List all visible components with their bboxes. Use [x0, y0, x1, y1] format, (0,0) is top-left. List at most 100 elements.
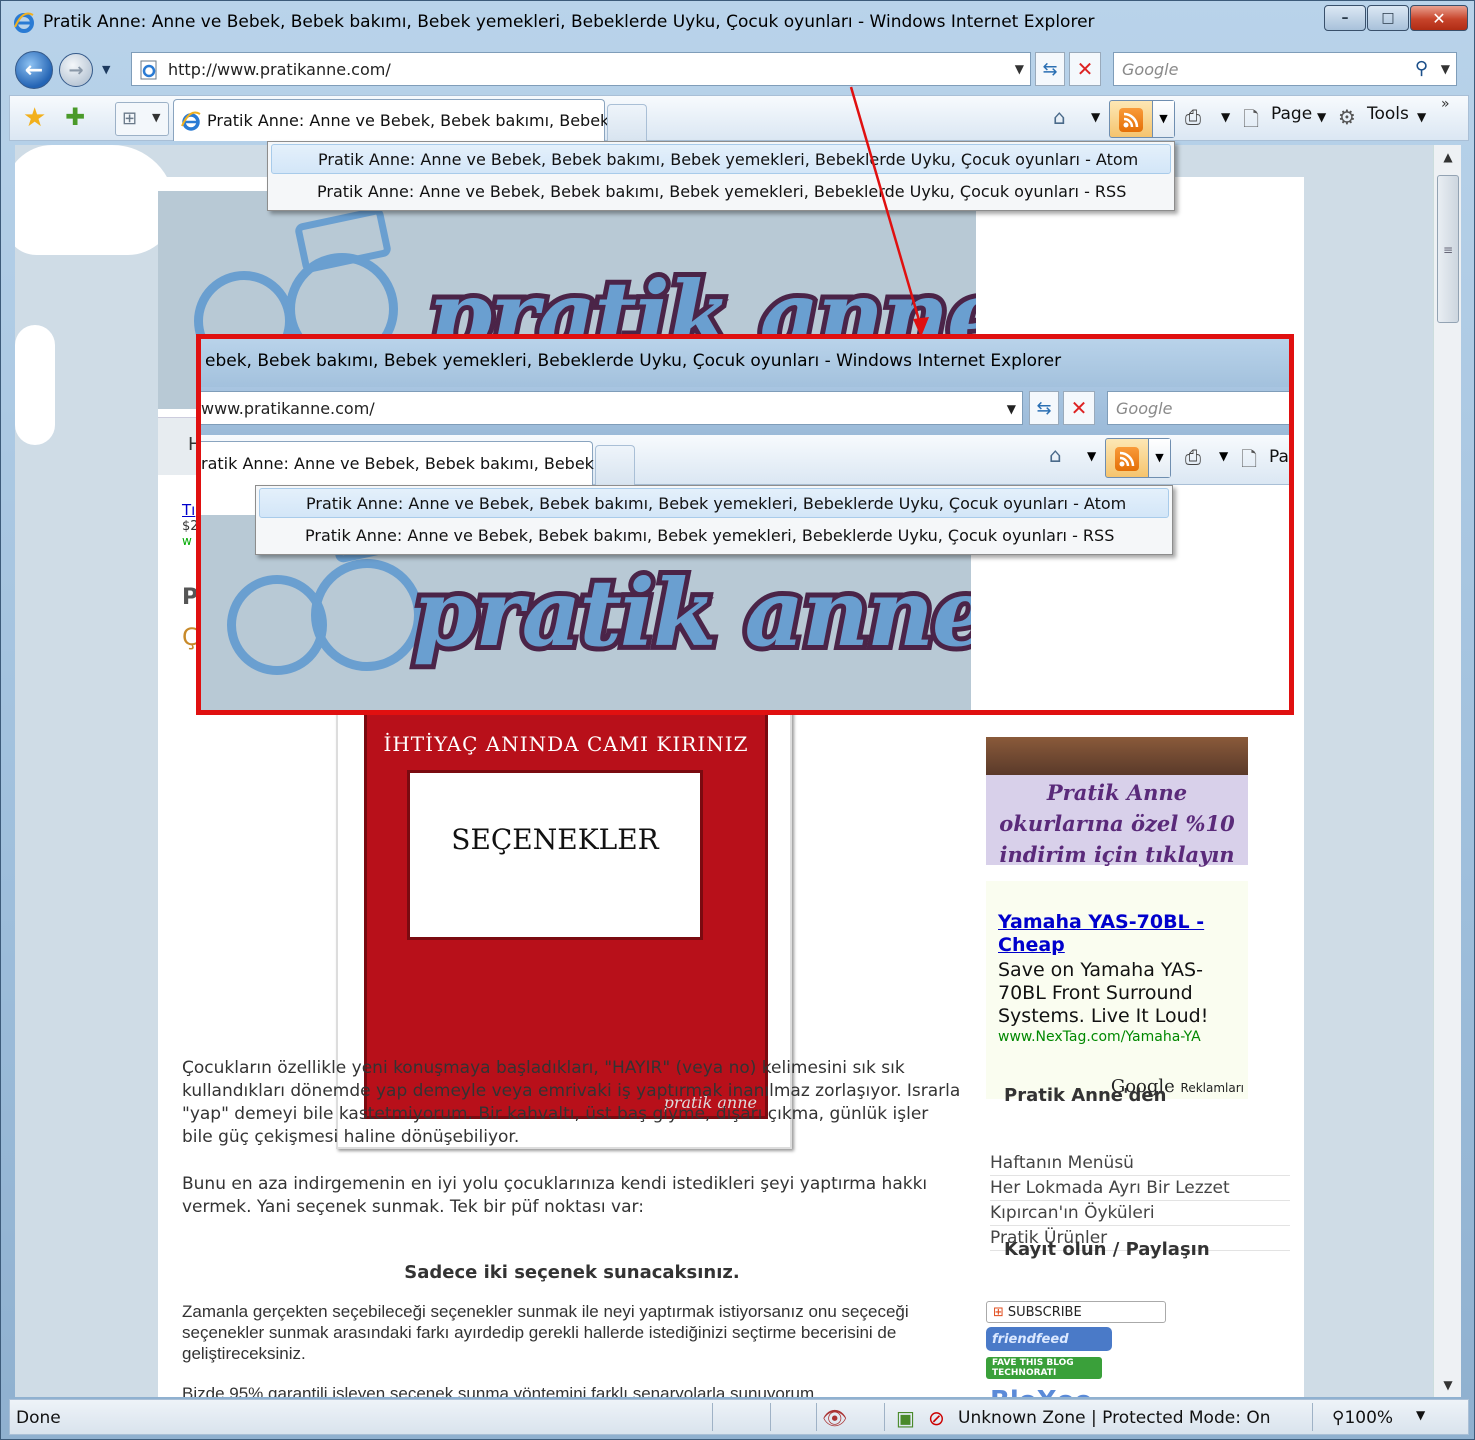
print-dropdown[interactable]: ▼	[1221, 110, 1230, 124]
friendfeed-badge[interactable]: friendfeed	[986, 1327, 1112, 1351]
more-commands-icon[interactable]: »	[1441, 96, 1450, 112]
google-ad: Yamaha YAS-70BL - Cheap Save on Yamaha Y…	[986, 881, 1248, 1099]
emergency-box: İHTİYAÇ ANINDA CAMI KIRINIZ SEÇENEKLER p…	[364, 699, 768, 1119]
zoom-tab-label: ratik Anne: Anne ve Bebek, Bebek bakımı,…	[201, 454, 610, 473]
title-bar: Pratik Anne: Anne ve Bebek, Bebek bakımı…	[1, 1, 1475, 45]
tools-dropdown[interactable]: ▼	[1417, 110, 1426, 124]
zoom-title-text: ebek, Bebek bakımı, Bebek yemekleri, Beb…	[205, 351, 1062, 371]
new-tab-button[interactable]	[607, 104, 647, 141]
poster-heading: İHTİYAÇ ANINDA CAMI KIRINIZ	[383, 732, 749, 756]
print-icon[interactable]: ⎙	[1185, 105, 1201, 129]
search-icon[interactable]: ⚲	[1415, 58, 1428, 79]
bloxoo-label: BloXoo	[990, 1386, 1092, 1397]
menu-item-label: Pratik Anne: Anne ve Bebek, Bebek bakımı…	[318, 150, 1139, 169]
search-input[interactable]: Google	[1122, 60, 1178, 79]
favorites-center-icon[interactable]: ★	[23, 103, 46, 133]
tab-list-dropdown[interactable]: ▼	[152, 111, 160, 124]
ad-url[interactable]: www.NexTag.com/Yamaha-YA	[998, 1029, 1201, 1045]
popup-blocker-icon[interactable]: ▣	[896, 1406, 915, 1430]
sidebar-heading: Pratik Anne'den	[1004, 1085, 1167, 1106]
friendfeed-label: friendfeed	[992, 1331, 1069, 1347]
zoom-address-url: www.pratikanne.com/	[201, 399, 375, 418]
search-box[interactable]: Google ⚲ ▼	[1113, 52, 1457, 86]
zoom-stop-icon: ✕	[1063, 391, 1095, 425]
feed-menu-item-atom[interactable]: Pratik Anne: Anne ve Bebek, Bebek bakımı…	[271, 144, 1171, 174]
arrow-left-icon: ←	[24, 57, 44, 83]
forward-button[interactable]: →	[59, 53, 93, 87]
tools-menu[interactable]: Tools	[1367, 104, 1409, 124]
status-divider	[816, 1403, 817, 1431]
feeds-button[interactable]: ▼	[1109, 100, 1175, 138]
promo-image	[986, 737, 1248, 775]
zoom-feed-item-atom: Pratik Anne: Anne ve Bebek, Bebek bakımı…	[259, 488, 1169, 518]
close-window-button[interactable]: ✕	[1410, 5, 1468, 31]
feeds-dropdown[interactable]: ▼	[1152, 101, 1174, 137]
background-cloud	[15, 325, 55, 445]
home-dropdown[interactable]: ▼	[1091, 110, 1100, 124]
zoom-level[interactable]: ⚲100%	[1332, 1408, 1393, 1428]
page-menu[interactable]: Page	[1271, 104, 1312, 124]
feeds-dropdown-menu: Pratik Anne: Anne ve Bebek, Bebek bakımı…	[267, 141, 1175, 211]
privacy-eye-icon[interactable]: 👁	[822, 1406, 847, 1430]
zoom-refresh-icon: ⇆	[1029, 391, 1059, 425]
zoom-feed-item-rss: Pratik Anne: Anne ve Bebek, Bebek bakımı…	[259, 521, 1169, 551]
ads-suffix: Reklamları	[1180, 1081, 1244, 1095]
bloxoo-badge[interactable]: BloXoo	[986, 1383, 1102, 1397]
scroll-thumb[interactable]: ≡	[1437, 175, 1459, 323]
sidebar-link[interactable]: Kıpırcan'ın Öyküleri	[990, 1201, 1290, 1226]
back-button[interactable]: ←	[15, 51, 53, 89]
status-divider	[770, 1403, 771, 1431]
feed-menu-item-rss[interactable]: Pratik Anne: Anne ve Bebek, Bebek bakımı…	[271, 177, 1171, 207]
sidebar-link[interactable]: Her Lokmada Ayrı Bir Lezzet	[990, 1176, 1290, 1201]
tab-pratikanne[interactable]: Pratik Anne: Anne ve Bebek, Bebek bakımı…	[173, 99, 625, 141]
zoom-feeds-button: ▼	[1105, 438, 1171, 478]
address-dropdown-icon[interactable]: ▼	[1015, 62, 1024, 76]
recent-pages-dropdown[interactable]: ▼	[102, 63, 110, 76]
ie-tab-icon	[181, 111, 201, 131]
zoom-new-tab	[595, 445, 635, 485]
menu-item-label: Pratik Anne: Anne ve Bebek, Bebek bakımı…	[317, 182, 1127, 201]
sidebar-link[interactable]: Haftanın Menüsü	[990, 1151, 1290, 1176]
sidebar-heading: Kayıt olun / Paylaşın	[1004, 1239, 1210, 1260]
promo-text: Pratik Anne okurlarına özel %10 indirim …	[999, 780, 1235, 867]
arrow-right-icon: →	[68, 59, 84, 81]
status-bar: Done 👁 ▣ ⊘ Unknown Zone | Protected Mode…	[9, 1399, 1469, 1435]
maximize-button[interactable]: □	[1367, 5, 1409, 31]
zoom-address-bar: www.pratikanne.com/ ▼	[201, 391, 1023, 425]
quick-tabs-button[interactable]: ⊞ ▼	[115, 102, 169, 136]
zoom-site-logo: pratik anne	[408, 554, 971, 672]
security-zone[interactable]: Unknown Zone | Protected Mode: On	[958, 1408, 1271, 1428]
promo-banner[interactable]: Pratik Anne okurlarına özel %10 indirim …	[986, 737, 1248, 867]
minimize-button[interactable]: –	[1324, 5, 1366, 31]
scroll-up-arrow[interactable]: ▲	[1434, 145, 1462, 169]
refresh-button[interactable]: ⇆	[1035, 52, 1065, 86]
ad-body: Save on Yamaha YAS-70BL Front Surround S…	[998, 959, 1209, 1027]
menu-item-label: Pratik Anne: Anne ve Bebek, Bebek bakımı…	[305, 526, 1115, 545]
poster-word: SEÇENEKLER	[451, 823, 659, 856]
add-favorites-icon[interactable]: ✚	[65, 103, 85, 131]
stop-button[interactable]: ✕	[1069, 52, 1101, 86]
ad-title-link[interactable]: Yamaha YAS-70BL - Cheap	[998, 911, 1238, 957]
subscribe-badge[interactable]: ⊞ SUBSCRIBE	[986, 1301, 1166, 1323]
scroll-down-arrow[interactable]: ▼	[1434, 1373, 1462, 1397]
page-dropdown[interactable]: ▼	[1317, 110, 1326, 124]
status-divider	[884, 1403, 885, 1431]
zoom-address-dropdown-icon: ▼	[1006, 402, 1016, 416]
vertical-scrollbar[interactable]: ▲ ≡ ▼	[1433, 145, 1461, 1397]
article-highlight: Sadece iki seçenek sunacaksınız.	[404, 1262, 740, 1283]
poster-glass: SEÇENEKLER	[407, 770, 703, 940]
refresh-icon: ⇆	[1042, 58, 1058, 80]
zoom-home-dropdown-icon: ▼	[1087, 449, 1097, 463]
article-paragraph: Çocukların özellikle yeni konuşmaya başl…	[182, 1058, 961, 1147]
gear-icon: ⚙	[1338, 105, 1356, 129]
page-ie-icon	[140, 60, 157, 80]
zoom-magnifier-icon: ⚲	[1332, 1408, 1345, 1428]
status-divider	[1312, 1403, 1313, 1431]
technorati-badge[interactable]: FAVE THIS BLOG TECHNORATI	[986, 1357, 1102, 1379]
search-options-dropdown[interactable]: ▼	[1441, 62, 1450, 76]
window-title: Pratik Anne: Anne ve Bebek, Bebek bakımı…	[43, 12, 1095, 32]
zoom-callout: ebek, Bebek bakımı, Bebek yemekleri, Beb…	[196, 334, 1294, 715]
home-icon[interactable]: ⌂	[1053, 105, 1066, 129]
sidebar-links: Haftanın Menüsü Her Lokmada Ayrı Bir Lez…	[990, 1151, 1290, 1251]
zoom-dropdown[interactable]: ▼	[1416, 1408, 1425, 1422]
